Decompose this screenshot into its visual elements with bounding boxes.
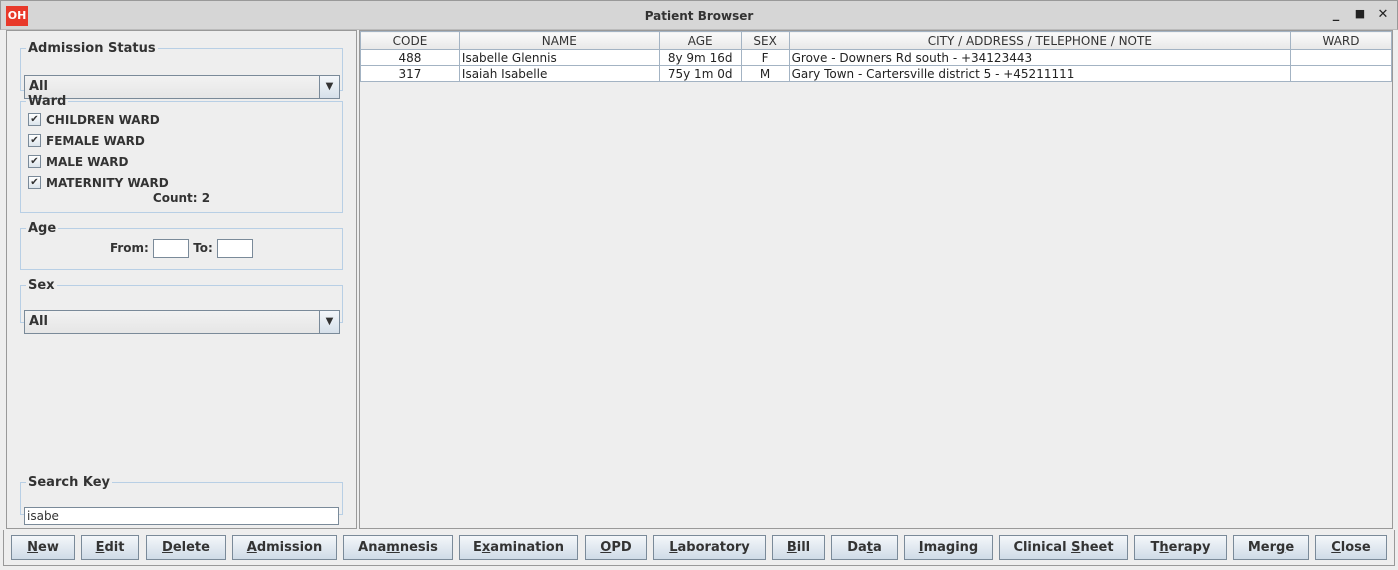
- examination-button[interactable]: Examination: [459, 535, 578, 560]
- filter-panel: Admission Status All ▼ Ward ✔ CHILDREN WA…: [6, 30, 357, 529]
- sex-value: All: [29, 314, 48, 329]
- checkbox-checked-icon[interactable]: ✔: [28, 176, 41, 189]
- cell-code[interactable]: 317: [360, 65, 460, 82]
- cell-address[interactable]: Grove - Downers Rd south - +34123443: [788, 49, 1292, 66]
- delete-button[interactable]: Delete: [146, 535, 226, 560]
- edit-button[interactable]: Edit: [81, 535, 139, 560]
- cell-age[interactable]: 8y 9m 16d: [658, 49, 742, 66]
- cell-sex[interactable]: F: [740, 49, 790, 66]
- data-button[interactable]: Data: [831, 535, 898, 560]
- column-header-code[interactable]: CODE: [360, 31, 460, 50]
- minimize-icon[interactable]: _: [1328, 7, 1344, 22]
- cell-code[interactable]: 488: [360, 49, 460, 66]
- age-label: Age: [28, 221, 57, 236]
- merge-button[interactable]: Merge: [1233, 535, 1309, 560]
- imaging-button[interactable]: Imaging: [904, 535, 993, 560]
- window-title: Patient Browser: [644, 9, 754, 23]
- column-header-address[interactable]: CITY / ADDRESS / TELEPHONE / NOTE: [788, 31, 1292, 50]
- cell-name[interactable]: Isabelle Glennis: [458, 49, 660, 66]
- anamnesis-button[interactable]: Anamnesis: [343, 535, 453, 560]
- age-from-input[interactable]: [153, 239, 190, 258]
- sex-group: Sex All ▼: [20, 278, 343, 334]
- admission-status-group: Admission Status All ▼: [20, 41, 343, 99]
- clinical-sheet-button[interactable]: Clinical Sheet: [999, 535, 1128, 560]
- title-bar: OH Patient Browser _ ■ ✕: [0, 0, 1398, 30]
- column-header-age[interactable]: AGE: [658, 31, 742, 50]
- search-group: Search Key isabe: [20, 475, 343, 525]
- column-header-name[interactable]: NAME: [458, 31, 660, 50]
- checkbox-checked-icon[interactable]: ✔: [28, 113, 41, 126]
- cell-sex[interactable]: M: [740, 65, 790, 82]
- column-header-sex[interactable]: SEX: [740, 31, 790, 50]
- age-group: Age From: To:: [20, 221, 343, 270]
- ward-checkbox-label: FEMALE WARD: [46, 133, 145, 148]
- table-row[interactable]: 317 Isaiah Isabelle 75y 1m 0d M Gary Tow…: [360, 65, 1392, 82]
- laboratory-button[interactable]: Laboratory: [653, 535, 766, 560]
- ward-count: Count: 2: [152, 191, 211, 205]
- checkbox-checked-icon[interactable]: ✔: [28, 155, 41, 168]
- bill-button[interactable]: Bill: [772, 535, 825, 560]
- ward-checkbox-label: CHILDREN WARD: [46, 112, 160, 127]
- close-button[interactable]: Close: [1315, 535, 1387, 560]
- cell-name[interactable]: Isaiah Isabelle: [458, 65, 660, 82]
- admission-button[interactable]: Admission: [232, 535, 337, 560]
- cell-ward[interactable]: [1290, 65, 1392, 82]
- checkbox-checked-icon[interactable]: ✔: [28, 134, 41, 147]
- sex-select[interactable]: All ▼: [24, 310, 340, 334]
- sex-label: Sex: [28, 278, 55, 293]
- cell-address[interactable]: Gary Town - Cartersville district 5 - +4…: [788, 65, 1292, 82]
- ward-checkbox-maternity[interactable]: ✔ MATERNITY WARD: [21, 172, 342, 193]
- table-header: CODE NAME AGE SEX CITY / ADDRESS / TELEP…: [360, 31, 1392, 50]
- ward-checkbox-male[interactable]: ✔ MALE WARD: [21, 151, 342, 172]
- age-to-label: To:: [193, 241, 213, 255]
- column-header-ward[interactable]: WARD: [1290, 31, 1392, 50]
- admission-status-label: Admission Status: [28, 41, 156, 56]
- ward-checkbox-female[interactable]: ✔ FEMALE WARD: [21, 130, 342, 151]
- search-label: Search Key: [28, 475, 110, 490]
- chevron-down-icon[interactable]: ▼: [319, 311, 339, 333]
- maximize-icon[interactable]: ■: [1352, 7, 1368, 20]
- patient-table-panel: CODE NAME AGE SEX CITY / ADDRESS / TELEP…: [359, 30, 1393, 529]
- ward-checkbox-children[interactable]: ✔ CHILDREN WARD: [21, 109, 342, 130]
- new-button[interactable]: New: [11, 535, 75, 560]
- cell-age[interactable]: 75y 1m 0d: [658, 65, 742, 82]
- search-input[interactable]: isabe: [24, 507, 339, 525]
- patient-table: CODE NAME AGE SEX CITY / ADDRESS / TELEP…: [360, 31, 1392, 82]
- table-row[interactable]: 488 Isabelle Glennis 8y 9m 16d F Grove -…: [360, 49, 1392, 66]
- ward-group: Ward ✔ CHILDREN WARD ✔ FEMALE WARD ✔ MALE W…: [20, 94, 343, 213]
- close-icon[interactable]: ✕: [1375, 7, 1391, 22]
- ward-label: Ward: [28, 94, 67, 109]
- therapy-button[interactable]: Therapy: [1134, 535, 1227, 560]
- opd-button[interactable]: OPD: [585, 535, 647, 560]
- ward-checkbox-label: MALE WARD: [46, 154, 129, 169]
- age-from-label: From:: [109, 241, 149, 255]
- ward-checkbox-label: MATERNITY WARD: [46, 175, 169, 190]
- age-to-input[interactable]: [217, 239, 254, 258]
- admission-status-value: All: [29, 79, 48, 94]
- cell-ward[interactable]: [1290, 49, 1392, 66]
